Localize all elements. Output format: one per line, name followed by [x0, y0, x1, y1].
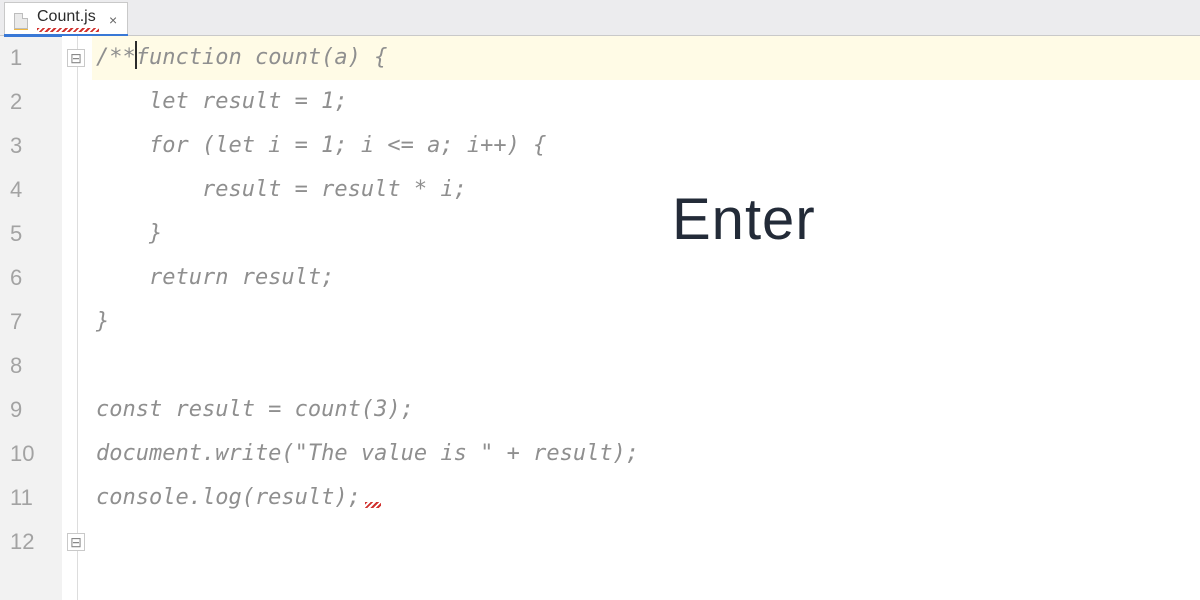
line-number: 9 — [0, 388, 62, 432]
tab-count-js[interactable]: JS Count.js × — [4, 2, 128, 36]
code-line[interactable] — [92, 344, 1200, 388]
code-line[interactable]: console.log(result); — [92, 476, 1200, 520]
js-file-icon: JS — [11, 10, 31, 30]
line-number: 4 — [0, 168, 62, 212]
code-editor[interactable]: 123456789101112 ⊟ ⊟ Enter /**function co… — [0, 36, 1200, 600]
text-caret — [135, 41, 137, 69]
tab-filename: Count.js — [37, 8, 96, 26]
editor-tabstrip: JS Count.js × — [0, 0, 1200, 36]
code-line[interactable] — [92, 520, 1200, 564]
fold-gutter: ⊟ ⊟ — [62, 36, 92, 600]
line-number: 8 — [0, 344, 62, 388]
line-number: 6 — [0, 256, 62, 300]
error-underline-icon — [37, 28, 99, 32]
code-line[interactable]: } — [92, 212, 1200, 256]
error-underline-icon — [365, 502, 381, 508]
fold-collapse-icon[interactable]: ⊟ — [67, 49, 85, 67]
code-area[interactable]: Enter /**function count(a) { let result … — [92, 36, 1200, 600]
code-line[interactable]: /**function count(a) { — [92, 36, 1200, 80]
line-number: 10 — [0, 432, 62, 476]
line-number: 11 — [0, 476, 62, 520]
code-line[interactable]: const result = count(3); — [92, 388, 1200, 432]
line-number: 12 — [0, 520, 62, 564]
code-line[interactable]: result = result * i; — [92, 168, 1200, 212]
code-line[interactable]: document.write("The value is " + result)… — [92, 432, 1200, 476]
code-line[interactable]: } — [92, 300, 1200, 344]
line-number: 2 — [0, 80, 62, 124]
line-number: 1 — [0, 36, 62, 80]
line-number: 3 — [0, 124, 62, 168]
line-number: 7 — [0, 300, 62, 344]
line-number: 5 — [0, 212, 62, 256]
line-number-gutter: 123456789101112 — [0, 36, 62, 600]
key-hint-overlay: Enter — [672, 186, 816, 253]
fold-end-icon[interactable]: ⊟ — [67, 533, 85, 551]
close-icon[interactable]: × — [109, 12, 117, 28]
code-line[interactable]: return result; — [92, 256, 1200, 300]
code-line[interactable]: let result = 1; — [92, 80, 1200, 124]
code-line[interactable]: for (let i = 1; i <= a; i++) { — [92, 124, 1200, 168]
